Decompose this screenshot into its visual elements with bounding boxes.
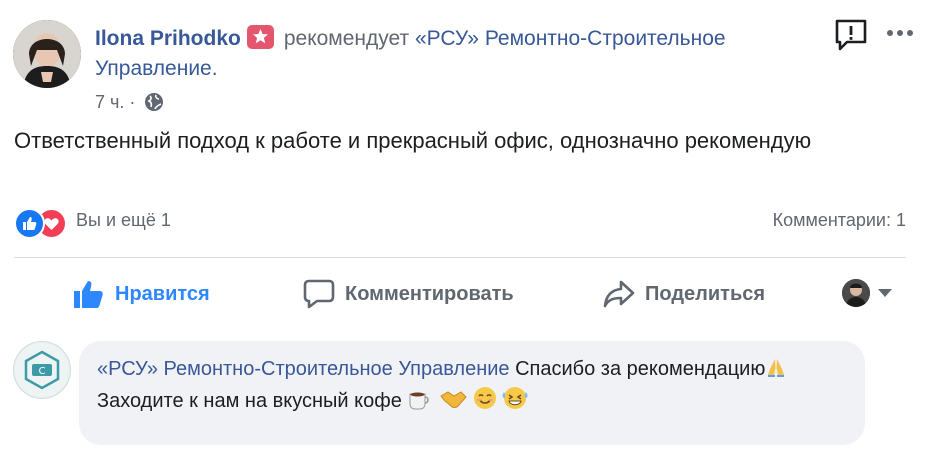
svg-text:С: С	[39, 366, 46, 377]
smiling-face-icon	[473, 386, 497, 418]
like-button[interactable]: Нравится	[73, 276, 210, 312]
grinning-sweat-icon	[502, 386, 528, 418]
divider	[14, 257, 906, 258]
globe-icon	[144, 92, 164, 118]
post-meta: 7 ч. ·	[95, 90, 164, 118]
post-body: Ответственный подход к работе и прекрасн…	[14, 128, 812, 153]
comment-author[interactable]: «РСУ» Ремонтно-Строительное Управление	[97, 358, 510, 380]
reaction-count[interactable]: Вы и ещё 1	[76, 210, 171, 231]
like-label: Нравится	[115, 282, 210, 305]
author-avatar[interactable]	[13, 20, 81, 88]
coffee-icon	[407, 388, 433, 418]
comment-button[interactable]: Комментировать	[303, 276, 514, 312]
like-reaction-icon	[14, 208, 45, 239]
share-label: Поделиться	[645, 282, 766, 305]
share-button[interactable]: Поделиться	[603, 276, 765, 312]
comment-bubble: «РСУ» Ремонтно-Строительное Управление С…	[79, 341, 865, 445]
handshake-icon	[439, 388, 467, 418]
share-arrow-icon	[603, 280, 635, 308]
recommendation-badge-icon	[246, 25, 274, 49]
chevron-down-icon	[878, 289, 892, 297]
folded-hands-icon	[765, 356, 787, 386]
page-logo-avatar[interactable]: С	[13, 341, 71, 399]
post-header: Ilona Prihodko рекомендует «РСУ» Ремонтно…	[95, 24, 795, 84]
comment-bubble-icon	[303, 279, 335, 309]
reaction-as-selector[interactable]	[842, 279, 892, 307]
recommends-text: рекомендует	[283, 27, 410, 50]
comment-item: С «РСУ» Ремонтно-Строительное Управление…	[0, 325, 928, 450]
comment-label: Комментировать	[345, 282, 514, 305]
comments-count-link[interactable]: Комментарии: 1	[773, 210, 906, 231]
post-card: Ilona Prihodko рекомендует «РСУ» Ремонтно…	[0, 0, 928, 450]
author-name[interactable]: Ilona Prihodko	[95, 27, 241, 50]
comment-text-line1: Спасибо за рекомендацию	[515, 358, 766, 380]
comment-text-line2: Заходите к нам на вкусный кофе	[97, 390, 402, 412]
thumbs-up-icon	[74, 281, 103, 308]
report-icon[interactable]	[833, 18, 869, 52]
more-options-icon[interactable]	[885, 25, 915, 41]
post-timestamp[interactable]: 7 ч.	[95, 92, 124, 112]
viewer-avatar	[842, 279, 870, 307]
